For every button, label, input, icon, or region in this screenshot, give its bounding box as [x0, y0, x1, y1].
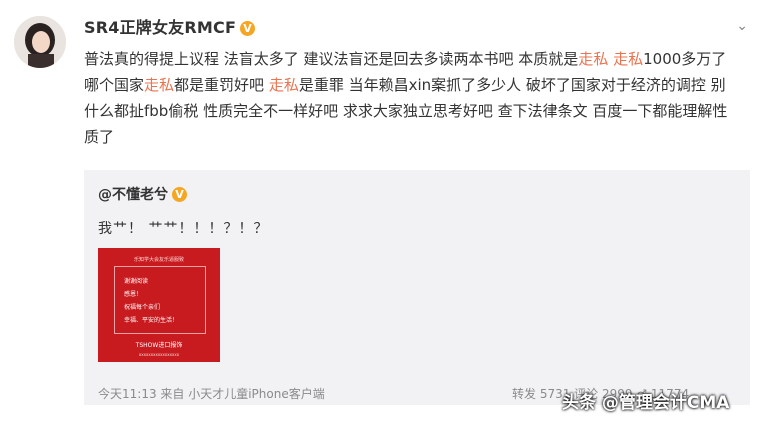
- image-line: 祝福每个亲们: [124, 304, 161, 311]
- verified-badge-icon: V: [172, 187, 187, 202]
- post-username-text[interactable]: SR4正牌女友RMCF: [84, 18, 236, 37]
- post-text: 普法真的得提上议程 法盲太多了 建议法盲还是回去多读两本书吧 本质就是走私 走私…: [84, 46, 732, 150]
- post-text-part: 都是重罚好吧: [174, 76, 269, 94]
- repost-username[interactable]: @不懂老兮 V: [98, 184, 187, 204]
- post-keyword-link[interactable]: 走私: [269, 76, 299, 94]
- repost-card[interactable]: @不懂老兮 V 我艹！ 艹艹！！！？！？ 乐知学大会友乐逼服致 谢谢阅读 感恩！ …: [84, 170, 750, 405]
- verified-badge-icon: V: [240, 21, 256, 36]
- avatar-image: [14, 16, 66, 68]
- repost-username-text[interactable]: @不懂老兮: [98, 187, 168, 203]
- image-line: 谢谢阅读: [124, 278, 149, 285]
- post-text-part: 普法真的得提上议程 法盲太多了 建议法盲还是回去多读两本书吧 本质就是: [84, 50, 579, 68]
- chevron-down-icon[interactable]: ⌄: [736, 18, 748, 34]
- watermark: 头条 @管理会计CMA: [562, 393, 730, 413]
- repost-meta[interactable]: 今天11:13 来自 小天才儿童iPhone客户端: [98, 385, 325, 402]
- repost-image-thumbnail[interactable]: 乐知学大会友乐逼服致 谢谢阅读 感恩！ 祝福每个亲们 幸福、平安的生活！ TSH…: [98, 248, 220, 362]
- repost-text: 我艹！ 艹艹！！！？！？: [98, 221, 269, 237]
- post-username[interactable]: SR4正牌女友RMCF V: [84, 14, 256, 38]
- image-line: 幸福、平安的生活！: [124, 317, 179, 324]
- post-keyword-link[interactable]: 走私: [144, 76, 174, 94]
- image-subtext: xxxxxxxxxxxxxxxxx: [138, 352, 180, 357]
- post-keyword-link[interactable]: 走私: [613, 50, 643, 68]
- image-line: 感恩！: [124, 291, 143, 298]
- avatar[interactable]: [14, 16, 66, 68]
- post-keyword-link[interactable]: 走私: [578, 50, 608, 68]
- image-header-text: 乐知学大会友乐逼服致: [133, 257, 184, 263]
- image-footer-text: TSHOW进口报饰: [135, 342, 183, 349]
